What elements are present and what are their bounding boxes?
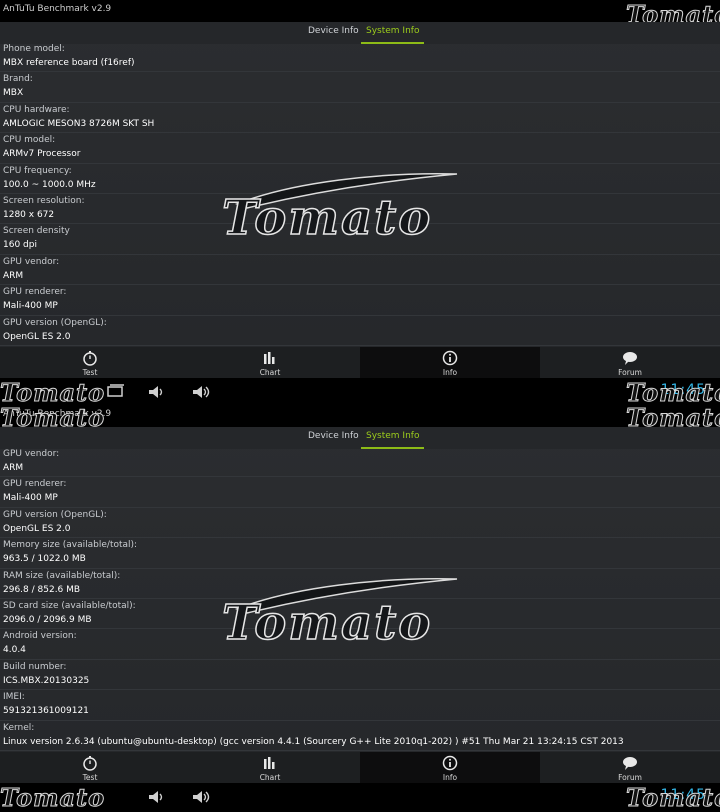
- info-value: ARM: [3, 463, 24, 473]
- info-row: Phone model: MBX reference board (f16ref): [0, 42, 720, 73]
- volume-down-icon[interactable]: [146, 789, 168, 805]
- info-row: Brand: MBX: [0, 72, 720, 103]
- info-label: Memory size (available/total):: [3, 540, 138, 551]
- nav-forum[interactable]: Forum: [540, 752, 720, 783]
- info-row: GPU vendor: ARM: [0, 255, 720, 286]
- nav-chart[interactable]: Chart: [180, 752, 360, 783]
- info-icon: [442, 350, 458, 366]
- info-value: 4.0.4: [3, 645, 26, 656]
- nav-test[interactable]: Test: [0, 752, 180, 783]
- info-value: ARM: [3, 270, 24, 281]
- info-value: Linux version 2.6.34 (ubuntu@ubuntu-desk…: [3, 736, 624, 747]
- info-panel: Device Info System Info GPU vendor: ARM GP…: [0, 427, 720, 752]
- info-label: GPU version (OpenGL):: [3, 317, 107, 328]
- tab-bar: Device Info System Info: [0, 22, 720, 44]
- nav-info[interactable]: Info: [360, 347, 540, 378]
- info-value: AMLOGIC MESON3 8726M SKT SH: [3, 118, 155, 129]
- info-label: Kernel:: [3, 722, 35, 733]
- info-label: Brand:: [3, 74, 33, 85]
- info-row: RAM size (available/total): 296.8 / 852.6…: [0, 569, 720, 599]
- system-bar: Tomato 11:45 Tomato: [0, 783, 720, 812]
- info-value: ICS.MBX.20130325: [3, 675, 90, 686]
- info-row: GPU renderer: Mali-400 MP: [0, 285, 720, 316]
- info-label: SD card size (available/total):: [3, 600, 136, 611]
- info-label: CPU hardware:: [3, 104, 70, 115]
- volume-up-icon[interactable]: [190, 384, 212, 400]
- info-icon: [442, 755, 458, 771]
- info-value: 160 dpi: [3, 240, 37, 251]
- nav-test[interactable]: Test: [0, 347, 180, 378]
- info-label: IMEI:: [3, 692, 25, 703]
- chat-bubble-icon: [623, 757, 637, 770]
- bottom-navigation: Test Chart Info Forum: [0, 347, 720, 378]
- nav-info[interactable]: Info: [360, 752, 540, 783]
- info-value: OpenGL ES 2.0: [3, 331, 71, 342]
- info-panel: Device Info System Info Phone model: MBX …: [0, 22, 720, 347]
- info-value: 296.8 / 852.6 MB: [3, 584, 81, 595]
- system-info-list: GPU vendor: ARM GPU renderer: Mali-400 MP GP…: [0, 447, 720, 751]
- info-label: Android version:: [3, 631, 77, 642]
- screenshot-bottom: AnTuTu Benchmark v2.9 Tomato Tomato Devi…: [0, 403, 720, 812]
- info-value: Mali-400 MP: [3, 301, 58, 312]
- stopwatch-icon: [83, 351, 97, 366]
- app-title: AnTuTu Benchmark v2.9: [3, 4, 112, 14]
- info-row: GPU version (OpenGL): OpenGL ES 2.0: [0, 508, 720, 539]
- info-label: GPU renderer:: [3, 287, 67, 298]
- info-row: Memory size (available/total): 963.5 / 10…: [0, 538, 720, 569]
- info-label: RAM size (available/total):: [3, 570, 121, 581]
- info-label: GPU renderer:: [3, 479, 67, 490]
- info-label: Screen density: [3, 226, 70, 237]
- info-value: OpenGL ES 2.0: [3, 523, 71, 534]
- title-bar: AnTuTu Benchmark v2.9 Tomato: [0, 0, 720, 30]
- bar-chart-icon: [264, 352, 275, 364]
- info-label: CPU frequency:: [3, 165, 72, 176]
- bar-chart-icon: [264, 757, 275, 769]
- info-row: Screen resolution: 1280 x 672: [0, 194, 720, 225]
- title-bar: AnTuTu Benchmark v2.9 Tomato Tomato: [0, 403, 720, 433]
- info-value: ARMv7 Processor: [3, 149, 81, 160]
- info-row: CPU hardware: AMLOGIC MESON3 8726M SKT SH: [0, 103, 720, 134]
- screenshot-top: AnTuTu Benchmark v2.9 Tomato Device Info…: [0, 0, 720, 408]
- info-row: GPU vendor: ARM: [0, 447, 720, 478]
- info-value: MBX reference board (f16ref): [3, 58, 135, 68]
- info-label: Phone model:: [3, 44, 65, 54]
- info-row: SD card size (available/total): 2096.0 / …: [0, 599, 720, 630]
- info-value: Mali-400 MP: [3, 493, 58, 504]
- info-label: CPU model:: [3, 135, 56, 146]
- info-row: GPU renderer: Mali-400 MP: [0, 477, 720, 508]
- info-row: Kernel: Linux version 2.6.34 (ubuntu@ubun…: [0, 721, 720, 751]
- info-row: CPU frequency: 100.0 ~ 1000.0 MHz: [0, 164, 720, 194]
- watermark-logo: Tomato: [625, 783, 720, 812]
- info-value: 591321361009121: [3, 706, 89, 717]
- info-row: Build number: ICS.MBX.20130325: [0, 660, 720, 691]
- tab-bar: Device Info System Info: [0, 427, 720, 449]
- info-row: Android version: 4.0.4: [0, 629, 720, 660]
- info-label: GPU vendor:: [3, 449, 60, 459]
- stopwatch-icon: [83, 756, 97, 771]
- info-value: 2096.0 / 2096.9 MB: [3, 614, 92, 625]
- info-label: GPU vendor:: [3, 256, 60, 267]
- info-label: Screen resolution:: [3, 195, 85, 206]
- chat-bubble-icon: [623, 352, 637, 365]
- volume-up-icon[interactable]: [190, 789, 212, 805]
- volume-down-icon[interactable]: [146, 384, 168, 400]
- system-info-list: Phone model: MBX reference board (f16ref)…: [0, 42, 720, 346]
- info-value: 100.0 ~ 1000.0 MHz: [3, 179, 96, 190]
- info-value: MBX: [3, 88, 24, 99]
- info-row: IMEI: 591321361009121: [0, 690, 720, 721]
- info-row: GPU version (OpenGL): OpenGL ES 2.0: [0, 316, 720, 346]
- info-label: GPU version (OpenGL):: [3, 509, 107, 520]
- recent-apps-icon[interactable]: [104, 384, 126, 400]
- info-row: Screen density 160 dpi: [0, 224, 720, 255]
- nav-chart[interactable]: Chart: [180, 347, 360, 378]
- bottom-navigation: Test Chart Info Forum: [0, 752, 720, 783]
- nav-forum[interactable]: Forum: [540, 347, 720, 378]
- info-label: Build number:: [3, 661, 67, 672]
- info-value: 963.5 / 1022.0 MB: [3, 554, 86, 565]
- info-value: 1280 x 672: [3, 209, 55, 220]
- watermark-logo: Tomato: [0, 783, 106, 812]
- info-row: CPU model: ARMv7 Processor: [0, 133, 720, 164]
- system-bar: Tomato 11:45 Tomato: [0, 378, 720, 408]
